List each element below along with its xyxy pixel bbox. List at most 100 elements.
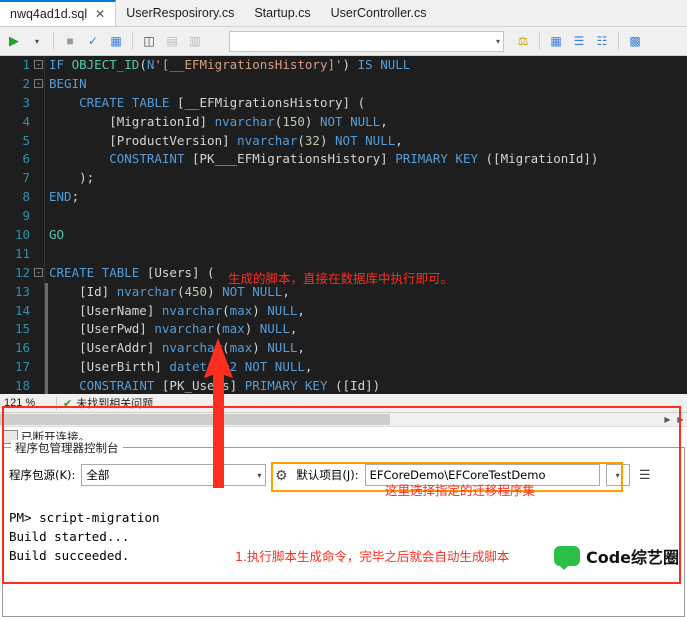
- scroll-right-icon[interactable]: ▶: [661, 413, 674, 426]
- vs-window: nwq4ad1d.sql ✕ UserResposirory.cs Startu…: [0, 0, 687, 617]
- stop-icon[interactable]: ■: [60, 31, 80, 51]
- pmc-title: 程序包管理器控制台: [11, 440, 123, 456]
- code-area[interactable]: 1- IF OBJECT_ID(N'[__EFMigrationsHistory]…: [0, 56, 687, 394]
- code-text: [UserAddr] nvarchar(max) NULL,: [49, 340, 305, 356]
- code-text: CREATE TABLE [__EFMigrationsHistory] (: [79, 94, 366, 110]
- line-number: 5: [22, 132, 30, 148]
- annotation-editor-note: 生成的脚本，直接在数据库中执行即可。: [228, 271, 454, 286]
- toolbar-separator: [132, 32, 133, 50]
- line-number: 8: [22, 189, 30, 205]
- code-text: [UserPwd] nvarchar(max) NULL,: [49, 321, 298, 337]
- scrollbar-thumb[interactable]: [0, 414, 390, 425]
- window-icon[interactable]: ◫: [139, 31, 159, 51]
- code-text: [ProductVersion] nvarchar(32) NOT NULL,: [49, 132, 403, 148]
- code-line: 10 GO: [0, 226, 687, 245]
- zoom-level[interactable]: 121 %: [0, 397, 50, 409]
- code-line: 18 CONSTRAINT [PK_Users] PRIMARY KEY ([I…: [0, 377, 687, 394]
- scroll-end-icon[interactable]: ▶: [674, 413, 687, 426]
- line-number: 7: [22, 170, 30, 186]
- code-text: [UserBirth] datetime2 NOT NULL,: [49, 359, 313, 375]
- code-line: 8 END;: [0, 188, 687, 207]
- code-line: 14 [UserName] nvarchar(max) NULL,: [0, 302, 687, 321]
- line-number: 14: [14, 302, 30, 318]
- results-grid-icon[interactable]: ▦: [546, 31, 566, 51]
- toolbar-separator: [539, 32, 540, 50]
- code-line: 16 [UserAddr] nvarchar(max) NULL,: [0, 339, 687, 358]
- package-manager-console: 程序包管理器控制台 程序包源(K): 全部 ▾ ⚙ 默认项目(J): EFCor…: [2, 440, 685, 617]
- tab-label: UserResposirory.cs: [126, 6, 235, 20]
- line-number: 3: [22, 94, 30, 110]
- tab-label: nwq4ad1d.sql: [10, 7, 88, 21]
- annotation-arrow-icon: [204, 338, 233, 488]
- tab-usercontroller-cs[interactable]: UserController.cs: [321, 0, 437, 26]
- chevron-down-icon[interactable]: ▾: [496, 37, 500, 46]
- tab-nwq4ad1d-sql[interactable]: nwq4ad1d.sql ✕: [0, 0, 117, 26]
- code-line: 4 [MigrationId] nvarchar(150) NOT NULL,: [0, 113, 687, 132]
- code-line: 17 [UserBirth] datetime2 NOT NULL,: [0, 358, 687, 377]
- tab-userresposirory-cs[interactable]: UserResposirory.cs: [116, 0, 244, 26]
- fold-toggle-icon[interactable]: -: [34, 78, 43, 88]
- sql-editor[interactable]: 1- IF OBJECT_ID(N'[__EFMigrationsHistory]…: [0, 56, 687, 394]
- console-line: PM> script-migration: [9, 510, 160, 525]
- horizontal-scrollbar[interactable]: ▶ ▶: [0, 413, 687, 427]
- run-icon[interactable]: ▶: [4, 31, 24, 51]
- code-text: GO: [49, 227, 65, 243]
- line-number: 2: [22, 75, 30, 91]
- editor-status-bar: 121 % ✔ 未找到相关问题: [0, 394, 687, 413]
- code-line: 9: [0, 207, 687, 226]
- detail-icon[interactable]: ▩: [625, 31, 645, 51]
- toolbar-separator: [53, 32, 54, 50]
- code-text: CONSTRAINT [PK___EFMigrationsHistory] PR…: [109, 151, 599, 167]
- split-left-icon[interactable]: ▤: [162, 31, 182, 51]
- line-number: 10: [14, 227, 30, 243]
- code-text: IF OBJECT_ID(N'[__EFMigrationsHistory]')…: [49, 57, 411, 72]
- split-right-icon[interactable]: ▥: [185, 31, 205, 51]
- line-number: 6: [22, 151, 30, 167]
- fold-toggle-icon[interactable]: -: [34, 60, 43, 69]
- line-number: 1: [22, 57, 30, 72]
- status-separator: [56, 396, 57, 410]
- line-number: 12: [14, 264, 30, 280]
- clear-console-icon[interactable]: ☰: [636, 466, 654, 484]
- execute-plan-icon[interactable]: ⚖: [513, 31, 533, 51]
- sql-toolbar: ▶ ▾ ■ ✓ ▦ ◫ ▤ ▥ ▾ ⚖ ▦ ☰ ☷ ▩: [0, 27, 687, 56]
- toolbar-separator: [618, 32, 619, 50]
- package-source-label: 程序包源(K):: [9, 468, 76, 482]
- line-number: 13: [14, 283, 30, 299]
- code-line: 15 [UserPwd] nvarchar(max) NULL,: [0, 320, 687, 339]
- results-text-icon[interactable]: ☰: [569, 31, 589, 51]
- code-line: 2- BEGIN: [0, 75, 687, 94]
- line-number: 11: [14, 245, 30, 261]
- tab-label: UserController.cs: [330, 6, 427, 20]
- tab-startup-cs[interactable]: Startup.cs: [244, 0, 320, 26]
- database-combo[interactable]: ▾: [229, 30, 504, 52]
- annotation-project-note: 这里选择指定的迁移程序集: [385, 483, 536, 498]
- close-icon[interactable]: ✕: [95, 7, 105, 21]
- line-number: 15: [14, 321, 30, 337]
- status-text: 未找到相关问题: [76, 397, 154, 410]
- code-line: 7 );: [0, 169, 687, 188]
- check-icon[interactable]: ✓: [83, 31, 103, 51]
- line-number: 17: [14, 359, 30, 375]
- code-line: 5 [ProductVersion] nvarchar(32) NOT NULL…: [0, 132, 687, 151]
- status-ok-icon: ✔: [63, 397, 73, 410]
- code-text: BEGIN: [49, 75, 87, 91]
- code-text: [MigrationId] nvarchar(150) NOT NULL,: [49, 113, 388, 129]
- tab-bar: nwq4ad1d.sql ✕ UserResposirory.cs Startu…: [0, 0, 687, 27]
- watermark-text: Code综艺圈: [585, 548, 679, 567]
- parse-icon[interactable]: ▦: [106, 31, 126, 51]
- code-text: [UserName] nvarchar(max) NULL,: [49, 302, 305, 318]
- wechat-bubble-icon: [553, 546, 580, 570]
- dropdown-caret-icon[interactable]: ▾: [27, 31, 47, 51]
- code-text: END;: [49, 189, 80, 205]
- line-number: 16: [14, 340, 30, 356]
- line-number: 18: [14, 378, 30, 394]
- code-line: 11: [0, 245, 687, 264]
- fold-toggle-icon[interactable]: -: [34, 267, 43, 277]
- line-number: 4: [22, 113, 30, 129]
- tab-label: Startup.cs: [254, 6, 311, 20]
- results-file-icon[interactable]: ☷: [592, 31, 612, 51]
- code-text: CREATE TABLE [Users] (: [49, 264, 215, 280]
- chevron-down-icon[interactable]: ▾: [257, 471, 261, 480]
- code-text: );: [49, 170, 95, 186]
